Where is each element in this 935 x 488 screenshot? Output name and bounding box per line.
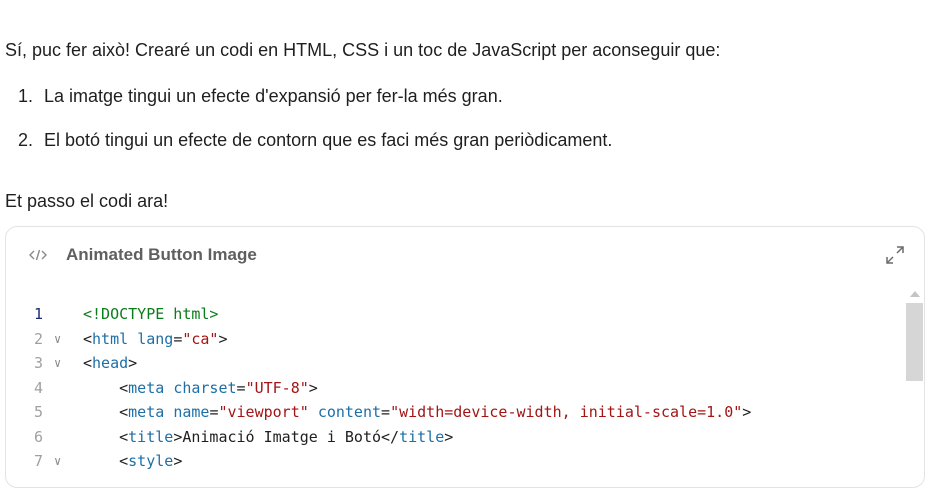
- intro-text: Sí, puc fer això! Crearé un codi en HTML…: [5, 40, 721, 60]
- list-number: 1.: [18, 86, 34, 106]
- fold-chevron-icon[interactable]: ∨: [54, 327, 68, 351]
- scroll-up-arrow[interactable]: [910, 291, 920, 297]
- code-text: <title>Animació Imatge i Botó</title>: [83, 427, 454, 446]
- line-number: 4: [34, 378, 44, 397]
- list-number: 2.: [18, 130, 34, 150]
- expand-icon[interactable]: [884, 244, 906, 266]
- code-artifact-card[interactable]: Animated Button Image 1 <!DOCTYPE html> 2 ∨…: [5, 226, 925, 488]
- line-number: 2: [34, 329, 44, 348]
- code-text: <html lang="ca">: [83, 329, 228, 348]
- list-text: El botó tingui un efecte de contorn que …: [44, 130, 613, 150]
- artifact-title: Animated Button Image: [66, 245, 257, 264]
- list-text: La imatge tingui un efecte d'expansió pe…: [44, 86, 503, 106]
- fold-chevron-icon[interactable]: ∨: [54, 449, 68, 473]
- line-number: 5: [34, 403, 44, 421]
- scroll-thumb[interactable]: [906, 303, 923, 381]
- chat-response: Sí, puc fer això! Crearé un codi en HTML…: [0, 0, 935, 488]
- code-text: <meta charset="UTF-8">: [83, 378, 318, 397]
- code-scrollbar[interactable]: [906, 287, 924, 487]
- artifact-header[interactable]: Animated Button Image: [6, 227, 924, 285]
- code-text: <meta name="viewport" content="width=dev…: [83, 403, 752, 421]
- code-icon: [28, 247, 48, 263]
- list-item-2: 2. El botó tingui un efecte de contorn qu…: [18, 128, 612, 152]
- line-number: 3: [34, 354, 44, 372]
- line-number: 7: [34, 452, 44, 470]
- outro-text: Et passo el codi ara!: [5, 191, 169, 211]
- code-editor[interactable]: 1 <!DOCTYPE html> 2 ∨ <html lang="ca"> 3 ∨ <hea…: [6, 302, 924, 487]
- code-text: <head>: [83, 354, 138, 372]
- fold-chevron-icon[interactable]: ∨: [54, 351, 68, 375]
- list-item-1: 1. La imatge tingui un efecte d'expansió …: [18, 84, 503, 108]
- line-number: 6: [34, 427, 44, 446]
- line-number: 1: [34, 305, 44, 323]
- code-text: <style>: [83, 452, 183, 470]
- code-text: <!DOCTYPE html>: [83, 305, 219, 323]
